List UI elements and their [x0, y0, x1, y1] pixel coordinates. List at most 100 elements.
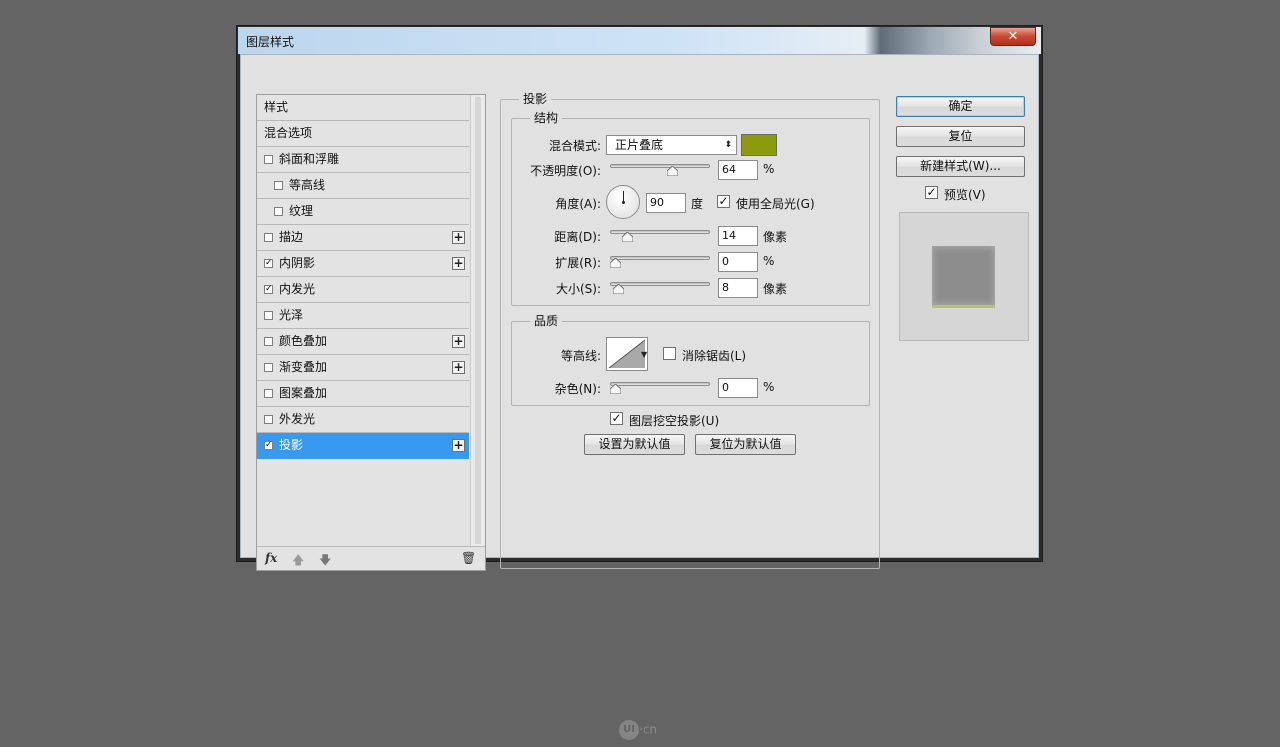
opacity-unit: %	[763, 162, 775, 176]
noise-slider[interactable]	[610, 377, 710, 397]
style-list-label: 渐变叠加	[279, 360, 328, 374]
noise-unit: %	[763, 380, 775, 394]
style-list-item[interactable]: 光泽	[257, 303, 469, 329]
chevron-updown-icon: ⬍	[724, 140, 732, 150]
slider-thumb[interactable]	[610, 384, 621, 394]
slider-track	[610, 282, 710, 286]
style-list-label: 斜面和浮雕	[279, 152, 340, 166]
style-checkbox[interactable]	[264, 155, 273, 164]
watermark-logo: UI	[619, 720, 639, 740]
add-instance-icon[interactable]: +	[452, 361, 465, 374]
title-bar[interactable]: 图层样式 ✕	[238, 27, 1041, 54]
distance-input[interactable]: 14	[718, 226, 758, 246]
reset-to-default-button[interactable]: 复位为默认值	[695, 434, 796, 455]
list-scrollbar[interactable]	[470, 95, 485, 546]
style-checkbox[interactable]	[264, 389, 273, 398]
style-checkbox[interactable]	[274, 207, 283, 216]
opacity-input[interactable]: 64	[718, 160, 758, 180]
angle-dial[interactable]	[606, 185, 640, 219]
distance-unit: 像素	[763, 230, 788, 244]
move-up-icon[interactable]: 🡅	[292, 551, 304, 572]
style-list-label: 内阴影	[279, 256, 316, 270]
dialog-title: 图层样式	[246, 35, 295, 49]
blend-mode-select[interactable]: 正片叠底 ⬍	[606, 135, 737, 155]
antialias-checkbox[interactable]	[663, 347, 676, 360]
antialias-label: 消除锯齿(L)	[682, 349, 747, 363]
make-default-button[interactable]: 设置为默认值	[584, 434, 685, 455]
style-list-label: 混合选项	[264, 126, 313, 140]
add-instance-icon[interactable]: +	[452, 231, 465, 244]
noise-label: 杂色(N):	[554, 382, 601, 396]
drop-shadow-title: 投影	[519, 92, 552, 106]
spread-slider[interactable]	[610, 251, 710, 271]
style-list-item[interactable]: 斜面和浮雕	[257, 147, 469, 173]
style-list-label: 纹理	[289, 204, 314, 218]
spread-input[interactable]: 0	[718, 252, 758, 272]
add-instance-icon[interactable]: +	[452, 335, 465, 348]
style-list-item[interactable]: ✓ 投影 +	[257, 433, 469, 459]
style-checkbox[interactable]: ✓	[264, 259, 273, 268]
style-checkbox[interactable]	[264, 233, 273, 242]
style-list-label: 描边	[279, 230, 304, 244]
add-instance-icon[interactable]: +	[452, 257, 465, 270]
style-checkbox[interactable]	[264, 363, 273, 372]
style-list-item[interactable]: 纹理	[257, 199, 469, 225]
blend-mode-value: 正片叠底	[615, 138, 664, 152]
opacity-slider[interactable]	[610, 159, 710, 179]
angle-input[interactable]: 90	[646, 193, 686, 213]
shadow-color-swatch[interactable]	[741, 134, 777, 156]
style-list-label: 内发光	[279, 282, 316, 296]
watermark: UI ·cn	[619, 720, 657, 740]
move-down-icon[interactable]: 🡇	[319, 551, 331, 572]
list-footer: fx 🡅 🡇 🗑	[257, 546, 485, 570]
watermark-suffix: ·cn	[639, 722, 658, 737]
add-instance-icon[interactable]: +	[452, 439, 465, 452]
global-light-checkbox[interactable]: ✓	[717, 195, 730, 208]
style-list-item[interactable]: ✓ 内阴影 +	[257, 251, 469, 277]
style-list-label: 投影	[279, 438, 304, 452]
opacity-label: 不透明度(O):	[530, 164, 601, 178]
slider-thumb[interactable]	[610, 258, 621, 268]
quality-title: 品质	[530, 314, 563, 328]
style-checkbox[interactable]	[264, 311, 273, 320]
close-button[interactable]: ✕	[990, 27, 1036, 46]
slider-thumb[interactable]	[666, 166, 678, 176]
slider-thumb[interactable]	[612, 284, 624, 294]
style-list-item[interactable]: 等高线	[257, 173, 469, 199]
style-list-item[interactable]: 外发光	[257, 407, 469, 433]
slider-track	[610, 164, 710, 168]
size-input[interactable]: 8	[718, 278, 758, 298]
dialog-body: 样式混合选项斜面和浮雕等高线纹理描边 + ✓ 内阴影 + ✓ 内发光光泽 颜色叠加 + 渐变叠加 +…	[240, 54, 1039, 571]
knockout-checkbox[interactable]: ✓	[610, 412, 623, 425]
trash-icon[interactable]: 🗑	[461, 551, 476, 565]
spread-label: 扩展(R):	[555, 256, 601, 270]
style-checkbox[interactable]	[274, 181, 283, 190]
style-list-item[interactable]: 图案叠加	[257, 381, 469, 407]
style-list-item[interactable]: 混合选项	[257, 121, 469, 147]
spread-unit: %	[763, 254, 775, 268]
style-checkbox[interactable]: ✓	[264, 285, 273, 294]
blend-mode-label: 混合模式:	[548, 139, 601, 153]
style-checkbox[interactable]	[264, 415, 273, 424]
preview-checkbox[interactable]: ✓	[925, 186, 938, 199]
contour-dropdown-icon[interactable]: ▼	[641, 350, 647, 359]
contour-label: 等高线:	[560, 349, 601, 363]
style-list-item[interactable]: 描边 +	[257, 225, 469, 251]
ok-button[interactable]: 确定	[896, 96, 1025, 117]
style-list-item[interactable]: 颜色叠加 +	[257, 329, 469, 355]
size-unit: 像素	[763, 282, 788, 296]
angle-label: 角度(A):	[555, 197, 601, 211]
size-slider[interactable]	[610, 277, 710, 297]
slider-thumb[interactable]	[622, 232, 634, 242]
style-checkbox[interactable]	[264, 337, 273, 346]
style-checkbox[interactable]: ✓	[264, 441, 273, 450]
distance-slider[interactable]	[610, 225, 710, 245]
style-list-item[interactable]: ✓ 内发光	[257, 277, 469, 303]
checkmark-icon: ✓	[718, 194, 729, 208]
fx-icon[interactable]: fx	[265, 551, 277, 565]
reset-button[interactable]: 复位	[896, 126, 1025, 147]
style-list-item[interactable]: 样式	[257, 95, 469, 121]
style-list-item[interactable]: 渐变叠加 +	[257, 355, 469, 381]
noise-input[interactable]: 0	[718, 378, 758, 398]
new-style-button[interactable]: 新建样式(W)...	[896, 156, 1025, 177]
